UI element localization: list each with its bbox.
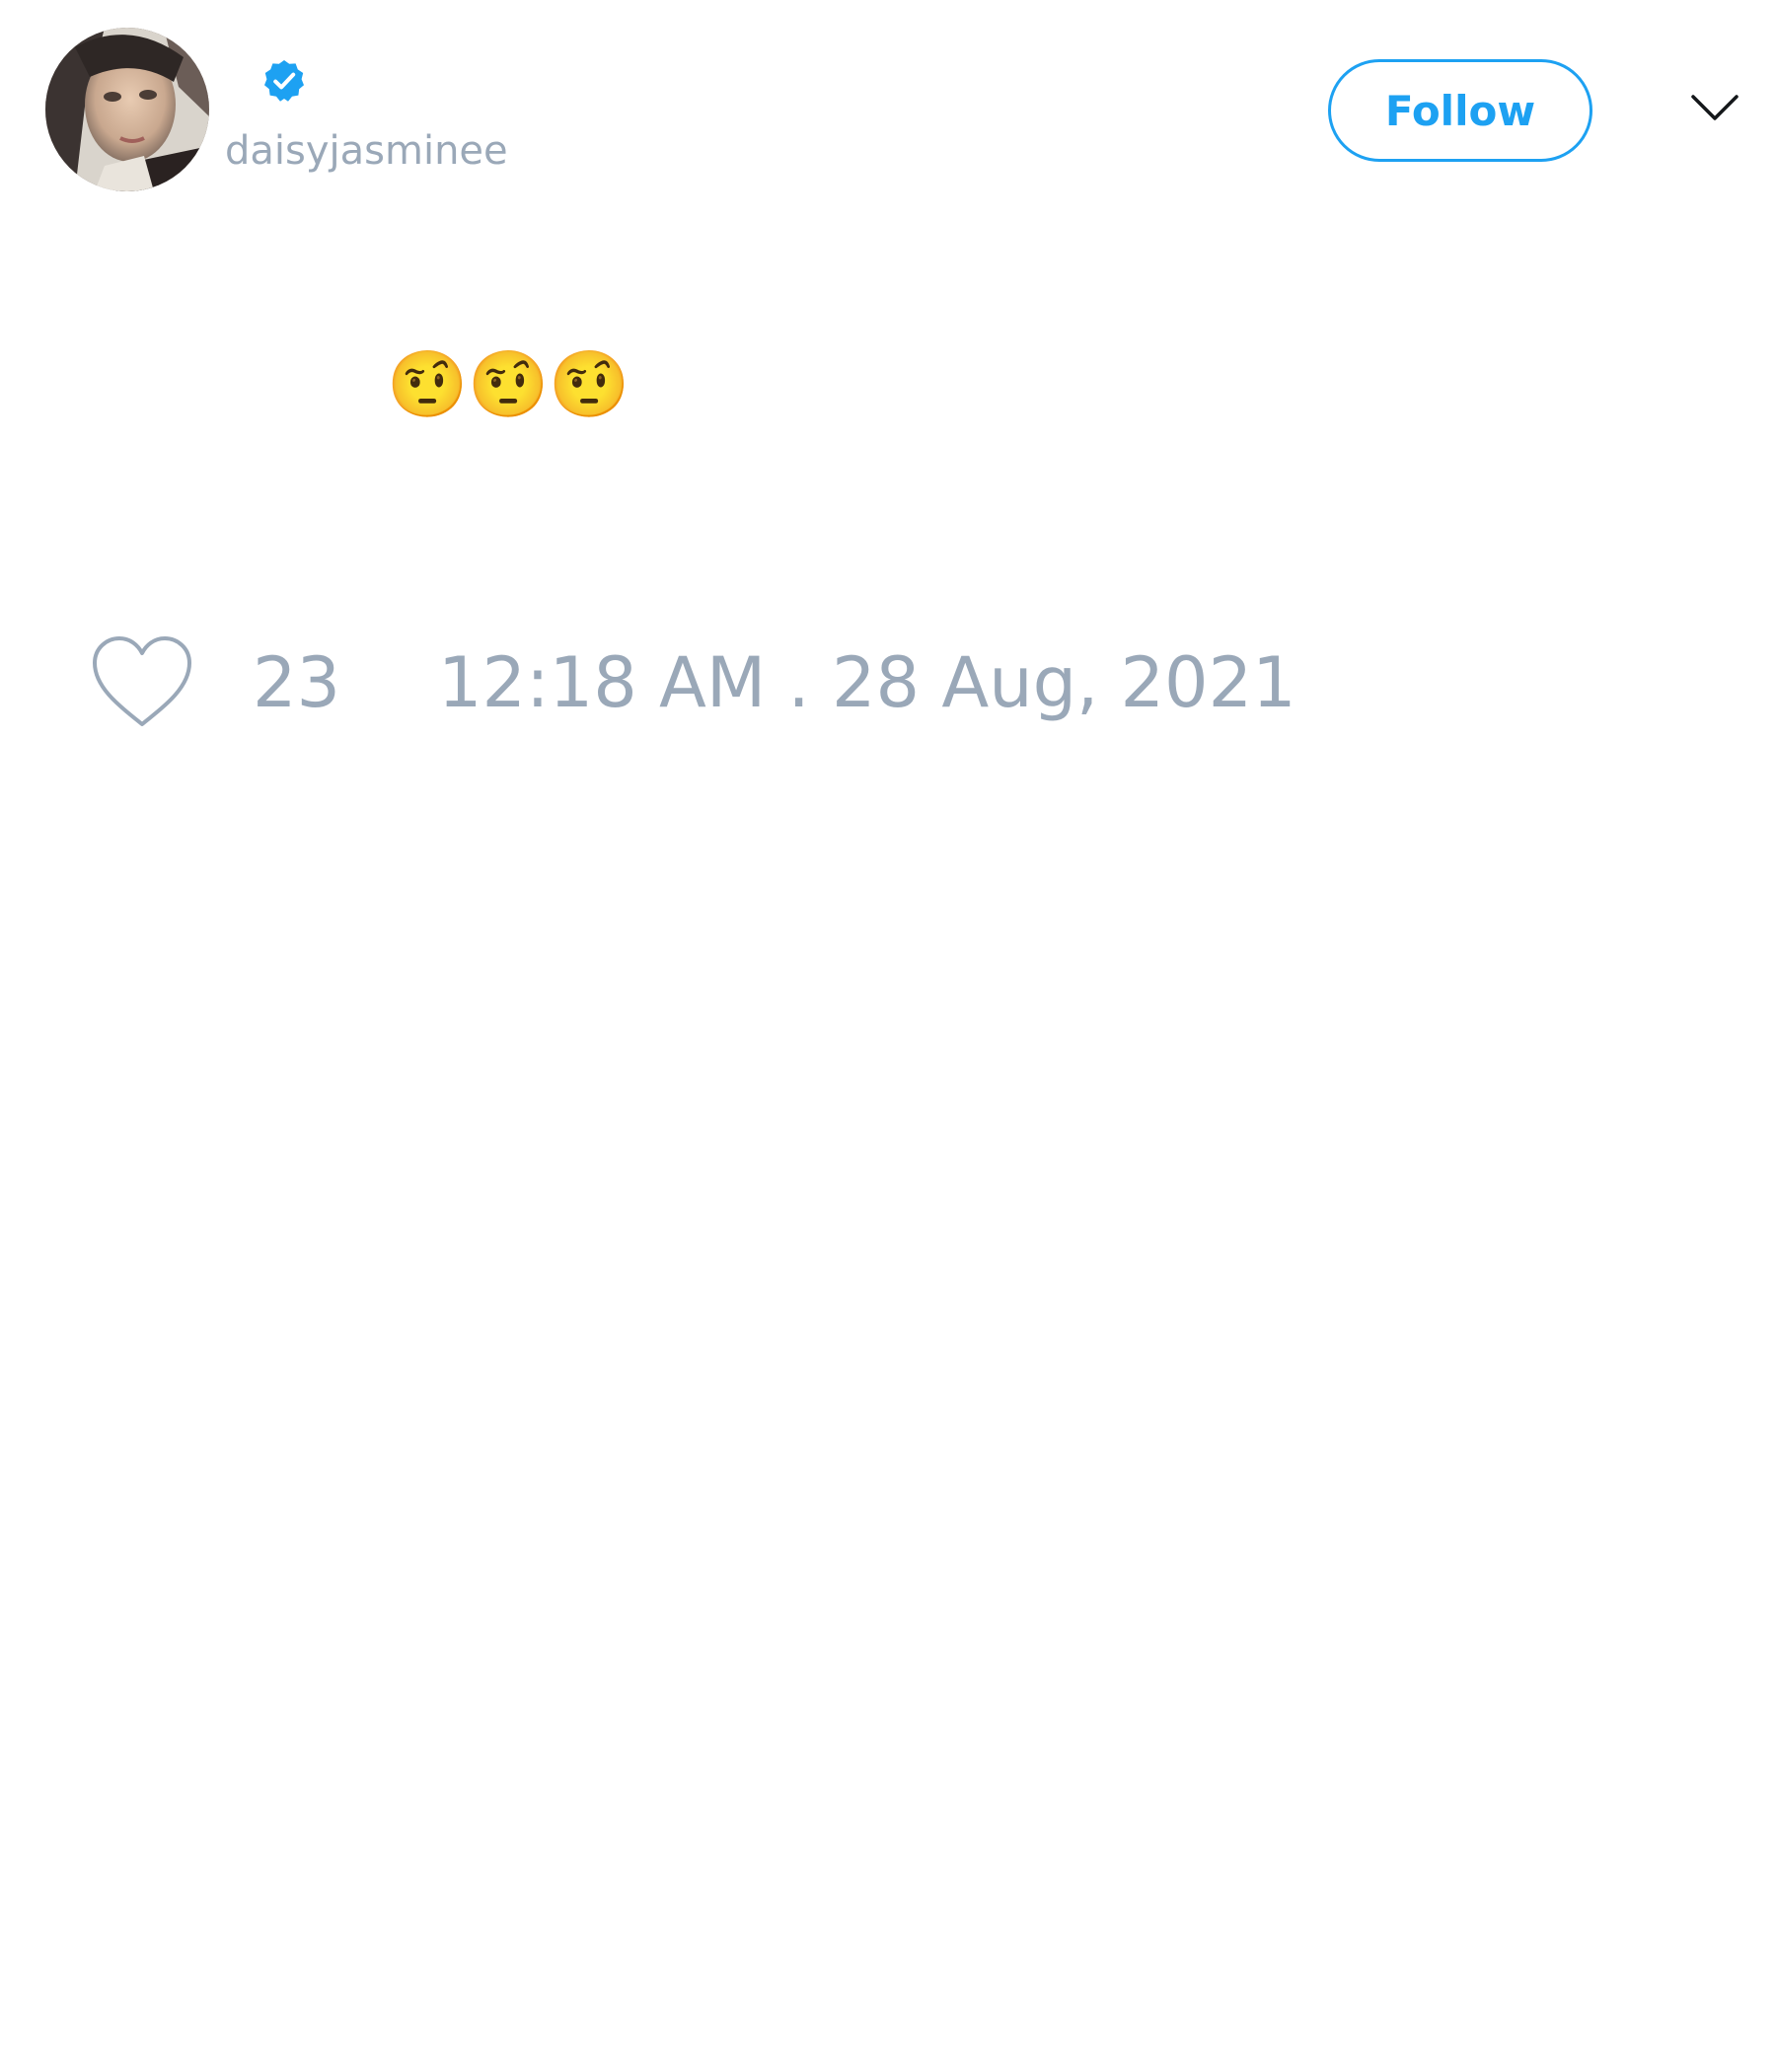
like-count: 23 [253, 642, 341, 723]
verified-badge-icon [264, 60, 304, 102]
user-handle[interactable]: daisyjasminee [225, 126, 508, 176]
avatar[interactable] [45, 28, 209, 191]
tweet-timestamp[interactable]: 12:18 AM . 28 Aug, 2021 [438, 643, 1296, 722]
avatar-image [45, 28, 209, 191]
follow-button[interactable]: Follow [1328, 59, 1592, 162]
heart-icon[interactable] [89, 633, 195, 732]
chevron-down-icon[interactable] [1689, 89, 1740, 128]
tweet-text: 🤨🤨🤨 [387, 346, 630, 422]
